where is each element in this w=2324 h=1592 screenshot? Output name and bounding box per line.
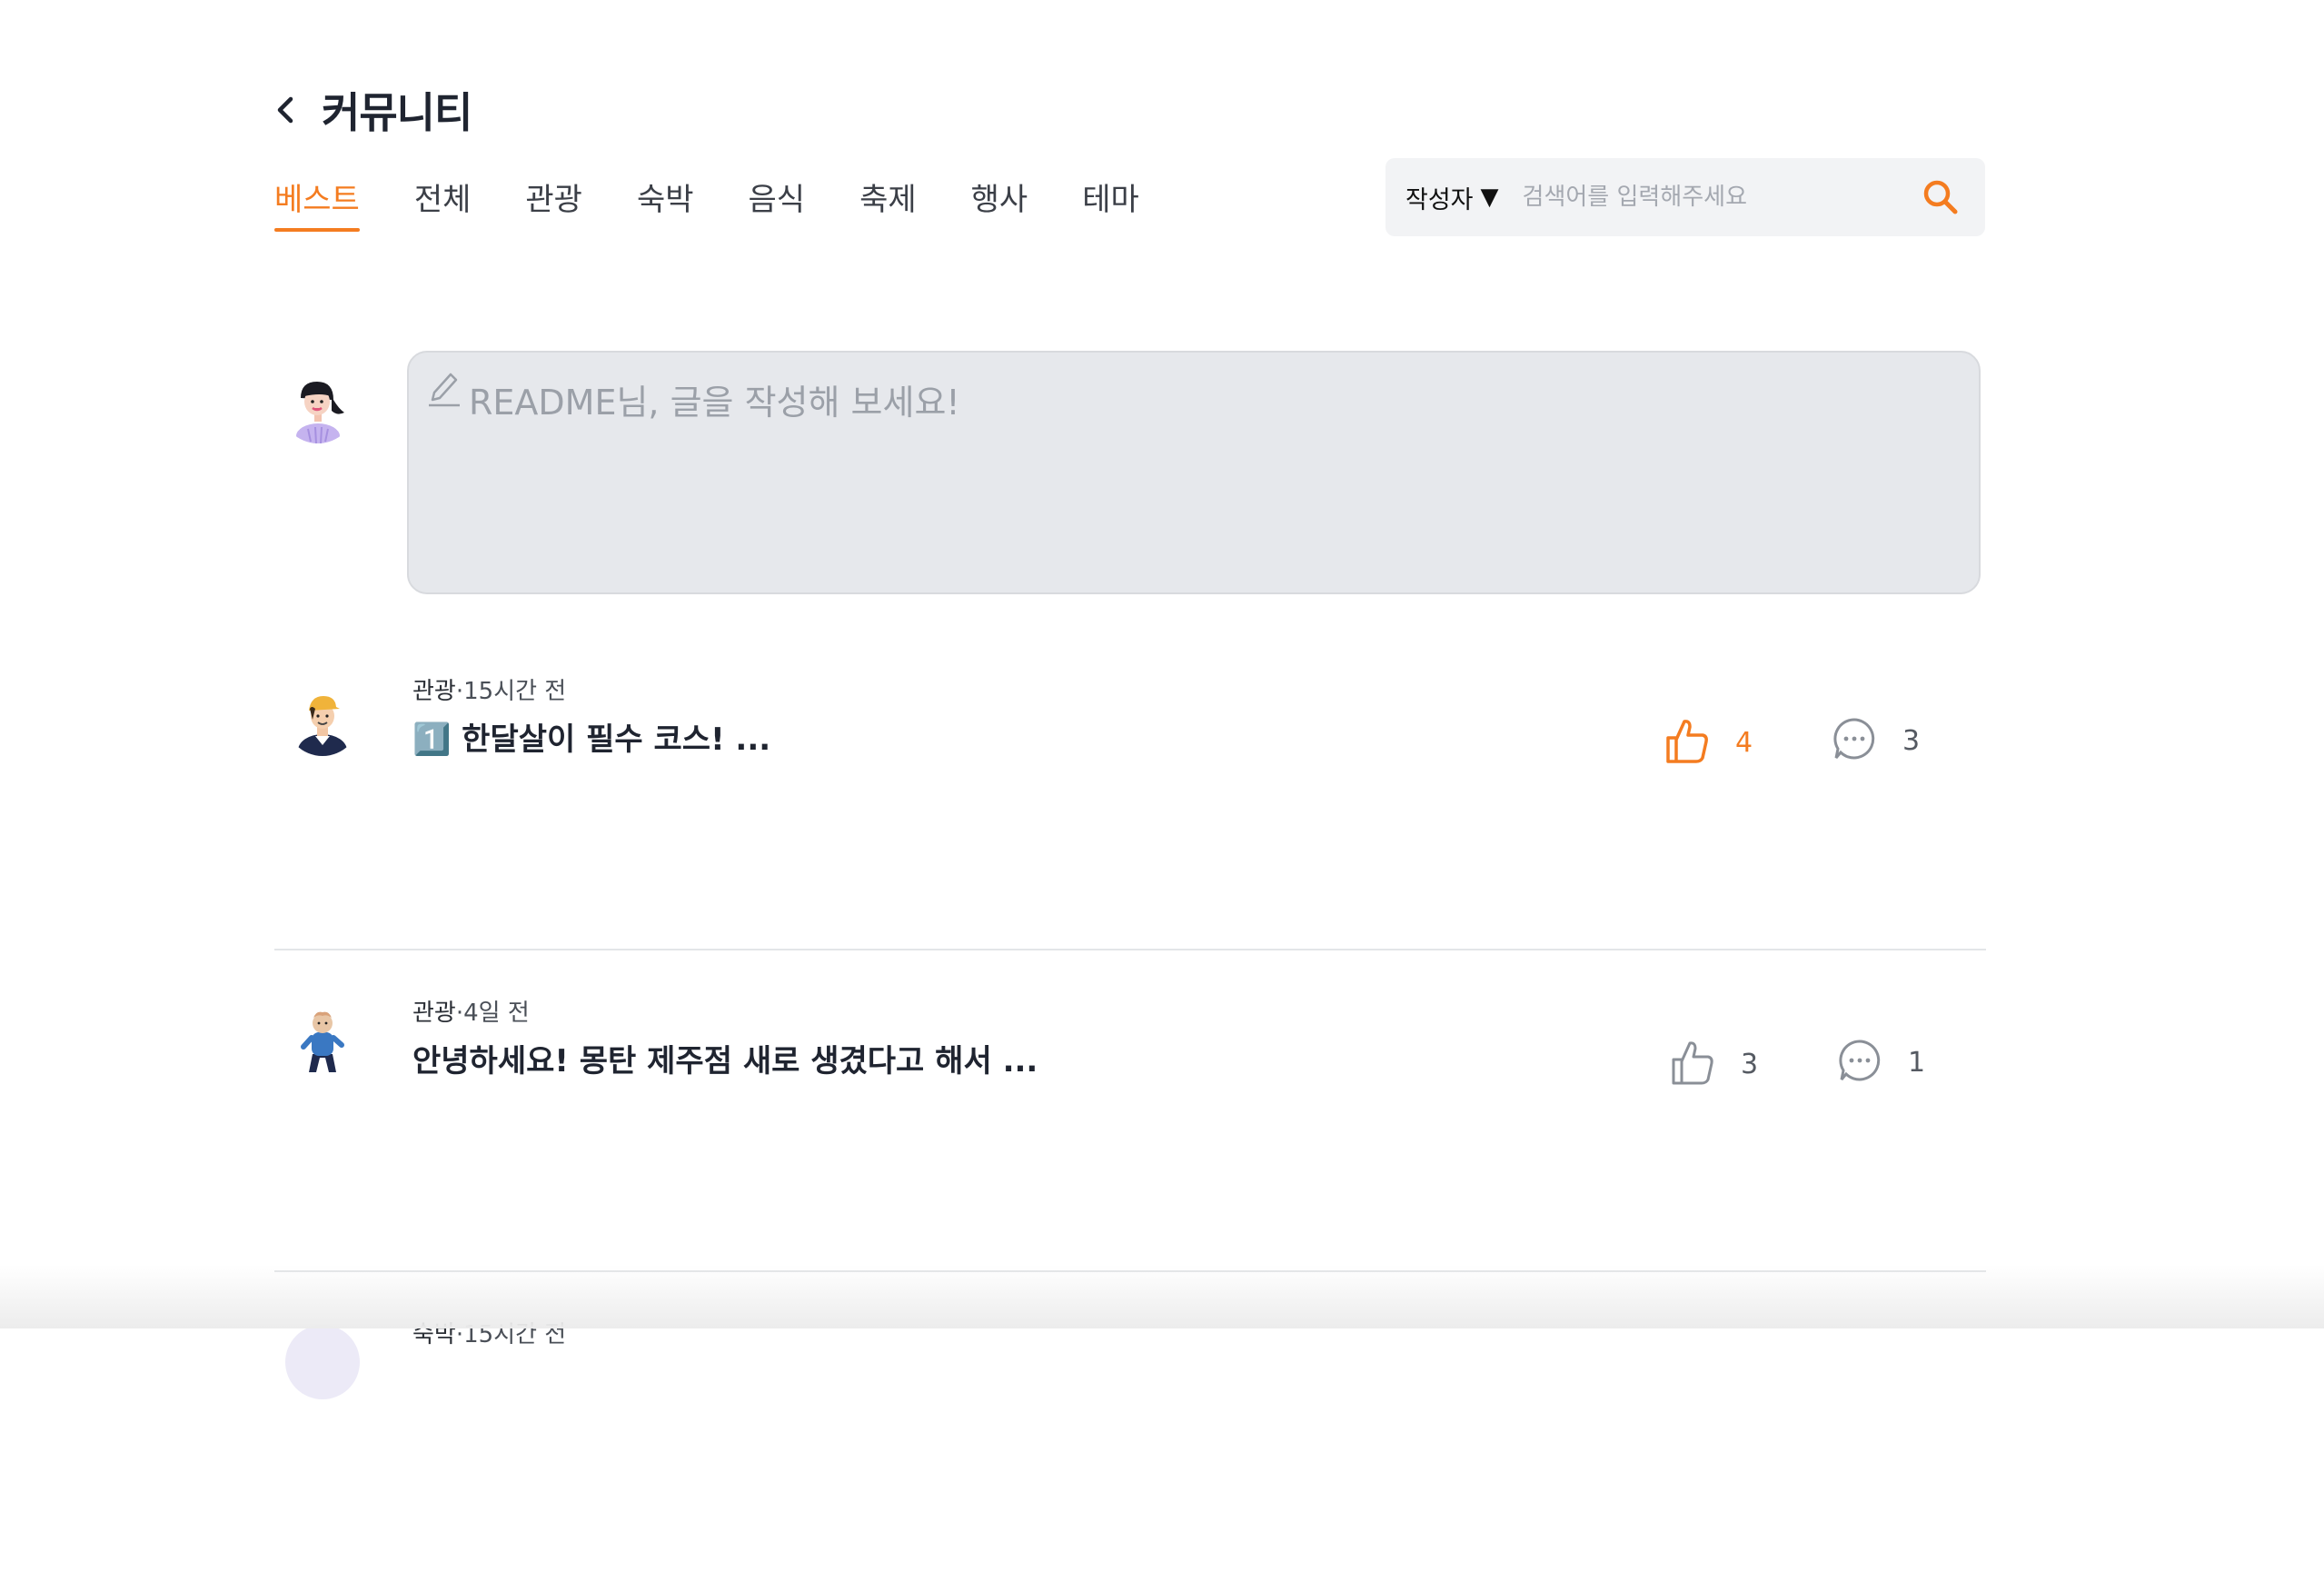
avatar (285, 682, 360, 756)
comment-icon (1832, 716, 1877, 765)
thumbs-up-icon (1664, 716, 1710, 769)
post-item[interactable]: 관광·15시간 전 1️⃣ 한달살이 필수 코스! ... 4 3 (274, 627, 1986, 950)
thumbs-up-icon (1670, 1038, 1715, 1090)
meta-separator: · (455, 1000, 464, 1027)
avatar (285, 1325, 360, 1399)
tab-tourism[interactable]: 관광 (525, 174, 582, 232)
meta-separator: · (455, 678, 464, 705)
tab-event[interactable]: 행사 (971, 174, 1028, 232)
tab-best[interactable]: 베스트 (274, 174, 360, 232)
search-bar: 작성자 ▼ (1385, 158, 1985, 236)
post-title[interactable]: 안녕하세요! 몽탄 제주점 새로 생겼다고 해서 ... (412, 1036, 1038, 1080)
pencil-icon (425, 369, 462, 413)
bottom-fade (0, 1265, 2324, 1328)
dropdown-triangle-icon: ▼ (1480, 184, 1499, 211)
composer-placeholder: README님, 글을 작성해 보세요! (469, 383, 960, 423)
comment-button[interactable]: 3 (1832, 716, 1920, 765)
comment-count: 1 (1908, 1046, 1926, 1079)
post-category: 관광 (412, 1000, 456, 1027)
comment-icon (1837, 1038, 1882, 1087)
post-composer[interactable]: README님, 글을 작성해 보세요! (407, 351, 1981, 594)
chevron-left-icon[interactable] (274, 92, 303, 128)
search-icon[interactable] (1922, 178, 1960, 220)
page-header: 커뮤니티 (274, 80, 472, 140)
post-time: 15시간 전 (463, 678, 567, 705)
tab-lodging[interactable]: 숙박 (637, 174, 694, 232)
category-tabs: 베스트 전체 관광 숙박 음식 축제 행사 테마 (274, 174, 1194, 232)
like-count: 4 (1735, 726, 1753, 759)
tab-festival[interactable]: 축제 (859, 174, 917, 232)
post-category: 관광 (412, 678, 456, 705)
page-title: 커뮤니티 (322, 88, 472, 137)
tab-theme[interactable]: 테마 (1082, 174, 1139, 232)
comment-count: 3 (1902, 724, 1921, 757)
comment-button[interactable]: 1 (1837, 1038, 1925, 1087)
avatar (285, 1003, 360, 1078)
avatar (281, 369, 355, 443)
tab-food[interactable]: 음식 (749, 174, 806, 232)
search-input[interactable] (1520, 183, 1906, 212)
post-meta: 관광·4일 전 (412, 994, 530, 1028)
like-button[interactable]: 3 (1670, 1038, 1758, 1090)
post-title[interactable]: 1️⃣ 한달살이 필수 코스! ... (412, 714, 770, 759)
tab-all[interactable]: 전체 (414, 174, 472, 232)
post-time: 4일 전 (463, 1000, 530, 1027)
like-button[interactable]: 4 (1664, 716, 1753, 769)
search-filter-dropdown[interactable]: 작성자 ▼ (1405, 180, 1499, 215)
post-item[interactable]: 관광·4일 전 안녕하세요! 몽탄 제주점 새로 생겼다고 해서 ... 3 1 (274, 949, 1986, 1272)
like-count: 3 (1741, 1048, 1759, 1080)
post-meta: 관광·15시간 전 (412, 672, 566, 706)
search-filter-label: 작성자 (1405, 185, 1474, 214)
